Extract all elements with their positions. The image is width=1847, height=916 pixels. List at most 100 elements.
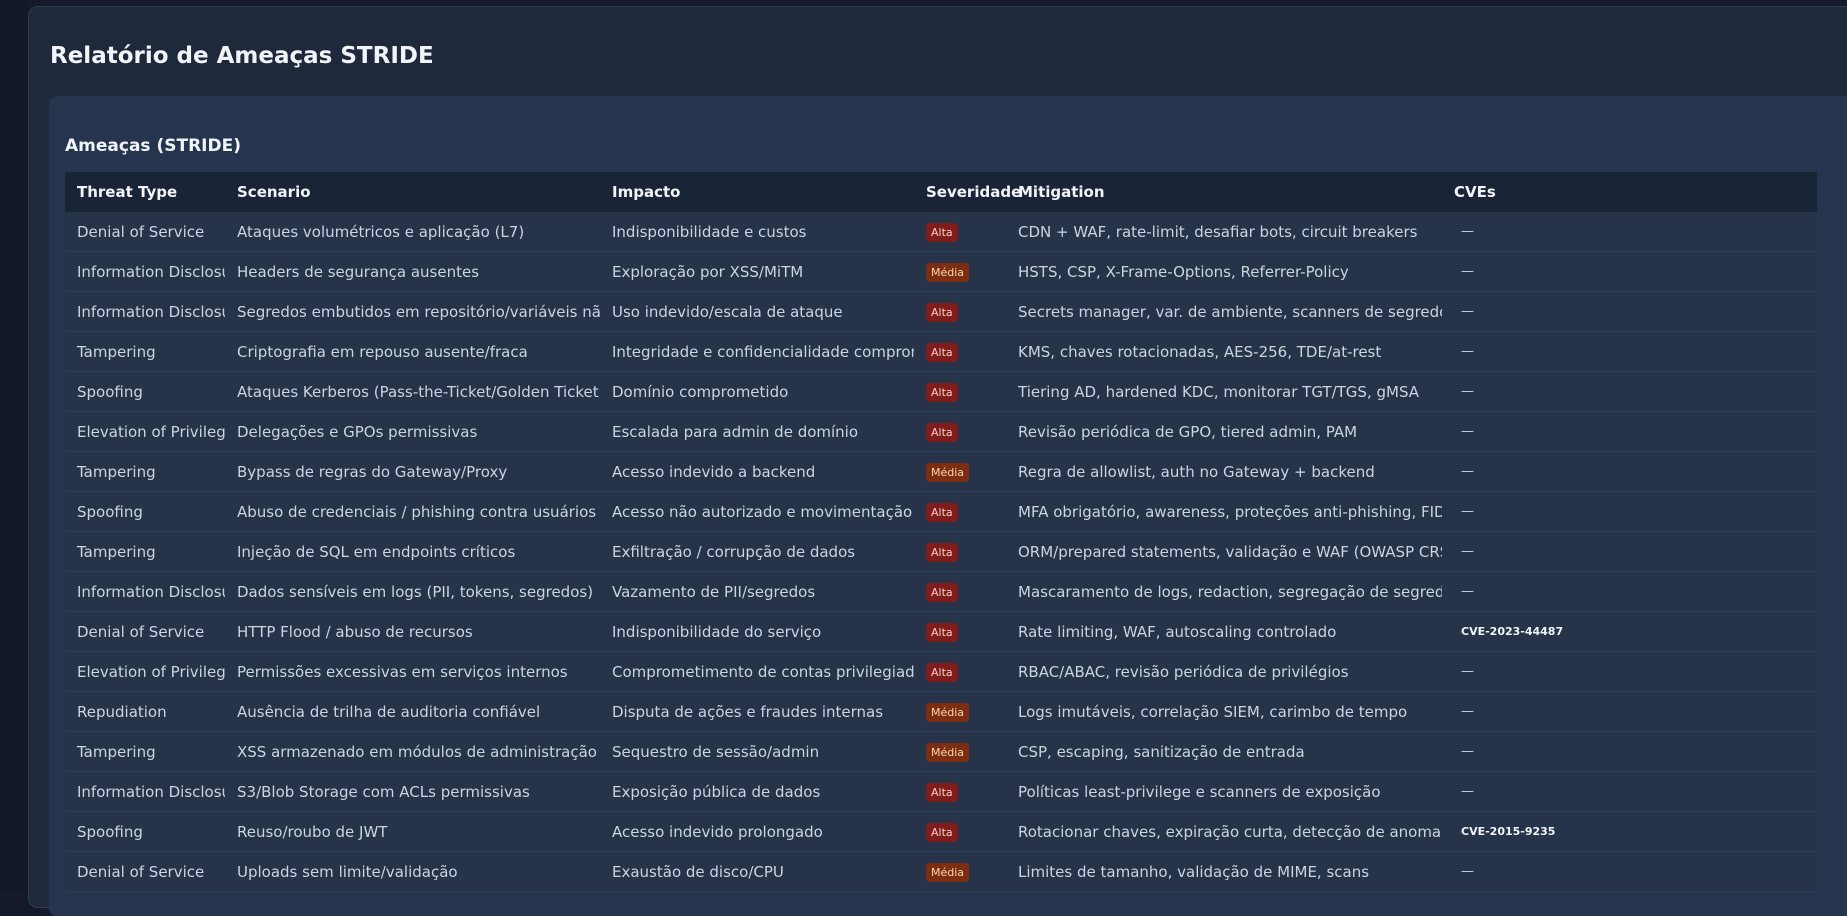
- threat-type-cell: Denial of Service: [65, 851, 225, 892]
- report-panel: Relatório de Ameaças STRIDE Ameaças (STR…: [28, 6, 1847, 916]
- severity-badge: Média: [926, 702, 970, 722]
- threat-type-cell: Information Disclosure: [65, 291, 225, 332]
- cve-cell: —: [1442, 571, 1817, 612]
- severity-cell: Média: [914, 851, 1006, 892]
- column-header-scenario[interactable]: Scenario: [225, 172, 600, 212]
- impact-cell: Disputa de ações e fraudes internas: [600, 691, 914, 732]
- mitigation-cell: CDN + WAF, rate-limit, desafiar bots, ci…: [1006, 212, 1442, 252]
- mitigation-cell: ORM/prepared statements, validação e WAF…: [1006, 531, 1442, 572]
- cve-id[interactable]: CVE-2023-44487: [1461, 625, 1563, 638]
- cve-empty-dash: —: [1461, 464, 1474, 479]
- severity-badge: Alta: [926, 422, 958, 442]
- threat-type-cell: Denial of Service: [65, 611, 225, 652]
- severity-badge: Alta: [926, 662, 958, 682]
- severity-badge: Alta: [926, 302, 958, 322]
- severity-cell: Alta: [914, 771, 1006, 812]
- mitigation-cell: Mascaramento de logs, redaction, segrega…: [1006, 571, 1442, 612]
- cve-cell: —: [1442, 451, 1817, 492]
- cve-cell: —: [1442, 651, 1817, 692]
- mitigation-cell: Rotacionar chaves, expiração curta, dete…: [1006, 811, 1442, 852]
- cve-cell: —: [1442, 411, 1817, 452]
- table-row[interactable]: Spoofing Abuso de credenciais / phishing …: [65, 491, 1817, 532]
- table-row[interactable]: Denial of Service HTTP Flood / abuso de r…: [65, 611, 1817, 652]
- severity-cell: Alta: [914, 331, 1006, 372]
- column-header-impact[interactable]: Impacto: [600, 172, 914, 212]
- impact-cell: Integridade e confidencialidade comprome…: [600, 331, 914, 372]
- impact-cell: Acesso indevido a backend: [600, 451, 914, 492]
- cve-cell: —: [1442, 691, 1817, 732]
- table-row[interactable]: Denial of Service Ataques volumétricos e …: [65, 212, 1817, 252]
- threat-type-cell: Elevation of Privilege: [65, 651, 225, 692]
- table-row[interactable]: Spoofing Ataques Kerberos (Pass-the-Ticke…: [65, 371, 1817, 412]
- cve-empty-dash: —: [1461, 264, 1474, 279]
- table-row[interactable]: Tampering Bypass de regras do Gateway/Pro…: [65, 451, 1817, 492]
- table-row[interactable]: Tampering XSS armazenado em módulos de ad…: [65, 731, 1817, 772]
- cve-empty-dash: —: [1461, 544, 1474, 559]
- mitigation-cell: Tiering AD, hardened KDC, monitorar TGT/…: [1006, 371, 1442, 412]
- threat-type-cell: Information Disclosure: [65, 571, 225, 612]
- scenario-cell: Headers de segurança ausentes: [225, 251, 600, 292]
- table-row[interactable]: Information DisclosureS3/Blob Storage co…: [65, 771, 1817, 812]
- table-row[interactable]: Tampering Criptografia em repouso ausente…: [65, 331, 1817, 372]
- table-row[interactable]: Repudiation Ausência de trilha de auditor…: [65, 691, 1817, 732]
- severity-badge: Alta: [926, 222, 958, 242]
- table-row[interactable]: Spoofing Reuso/roubo de JWT Acesso indevid…: [65, 811, 1817, 852]
- impact-cell: Exaustão de disco/CPU: [600, 851, 914, 892]
- threats-card: Ameaças (STRIDE) Threat Type Scenario Im…: [49, 96, 1847, 916]
- table-row[interactable]: Information DisclosureSegredos embutidos…: [65, 291, 1817, 332]
- table-row[interactable]: Denial of Service Uploads sem limite/vali…: [65, 851, 1817, 892]
- table-row[interactable]: Elevation of Privilege Delegações e GPOs …: [65, 411, 1817, 452]
- threat-type-cell: Repudiation: [65, 691, 225, 732]
- scenario-cell: Abuso de credenciais / phishing contra u…: [225, 491, 600, 532]
- column-header-threat-type[interactable]: Threat Type: [65, 172, 225, 212]
- severity-cell: Média: [914, 251, 1006, 292]
- table-body: Denial of Service Ataques volumétricos e …: [65, 212, 1817, 892]
- threat-type-cell: Information Disclosure: [65, 251, 225, 292]
- cve-empty-dash: —: [1461, 704, 1474, 719]
- cve-empty-dash: —: [1461, 864, 1474, 879]
- scenario-cell: Injeção de SQL em endpoints críticos: [225, 531, 600, 572]
- column-header-cves[interactable]: CVEs: [1442, 172, 1817, 212]
- severity-badge: Média: [926, 742, 970, 762]
- impact-cell: Exploração por XSS/MiTM: [600, 251, 914, 292]
- severity-cell: Alta: [914, 811, 1006, 852]
- severity-cell: Alta: [914, 212, 1006, 252]
- threat-type-cell: Denial of Service: [65, 212, 225, 252]
- impact-cell: Comprometimento de contas privilegiadas: [600, 651, 914, 692]
- threat-type-cell: Spoofing: [65, 371, 225, 412]
- scenario-cell: Dados sensíveis em logs (PII, tokens, se…: [225, 571, 600, 612]
- severity-cell: Alta: [914, 411, 1006, 452]
- impact-cell: Exfiltração / corrupção de dados: [600, 531, 914, 572]
- cve-empty-dash: —: [1461, 384, 1474, 399]
- cve-empty-dash: —: [1461, 344, 1474, 359]
- mitigation-cell: Limites de tamanho, validação de MIME, s…: [1006, 851, 1442, 892]
- cve-empty-dash: —: [1461, 584, 1474, 599]
- cve-empty-dash: —: [1461, 784, 1474, 799]
- table-row[interactable]: Information DisclosureDados sensíveis em…: [65, 571, 1817, 612]
- left-edge-strip: [0, 0, 28, 891]
- cve-id[interactable]: CVE-2015-9235: [1461, 825, 1555, 838]
- threat-type-cell: Elevation of Privilege: [65, 411, 225, 452]
- column-header-severity[interactable]: Severidade: [914, 172, 1021, 212]
- scenario-cell: Reuso/roubo de JWT: [225, 811, 600, 852]
- severity-cell: Alta: [914, 651, 1006, 692]
- mitigation-cell: Revisão periódica de GPO, tiered admin, …: [1006, 411, 1442, 452]
- severity-badge: Média: [926, 862, 970, 882]
- threat-type-cell: Spoofing: [65, 491, 225, 532]
- severity-cell: Alta: [914, 571, 1006, 612]
- impact-cell: Indisponibilidade e custos: [600, 212, 914, 252]
- mitigation-cell: MFA obrigatório, awareness, proteções an…: [1006, 491, 1442, 532]
- impact-cell: Indisponibilidade do serviço: [600, 611, 914, 652]
- table-row[interactable]: Information DisclosureHeaders de seguran…: [65, 251, 1817, 292]
- scenario-cell: Uploads sem limite/validação: [225, 851, 600, 892]
- table-row[interactable]: Tampering Injeção de SQL em endpoints crí…: [65, 531, 1817, 572]
- column-header-mitigation[interactable]: Mitigation: [1006, 172, 1442, 212]
- impact-cell: Domínio comprometido: [600, 371, 914, 412]
- severity-cell: Média: [914, 451, 1006, 492]
- table-row[interactable]: Elevation of Privilege Permissões excessi…: [65, 651, 1817, 692]
- impact-cell: Exposição pública de dados: [600, 771, 914, 812]
- cve-cell: CVE-2023-44487: [1442, 611, 1817, 652]
- mitigation-cell: KMS, chaves rotacionadas, AES-256, TDE/a…: [1006, 331, 1442, 372]
- severity-cell: Média: [914, 691, 1006, 732]
- cve-cell: —: [1442, 371, 1817, 412]
